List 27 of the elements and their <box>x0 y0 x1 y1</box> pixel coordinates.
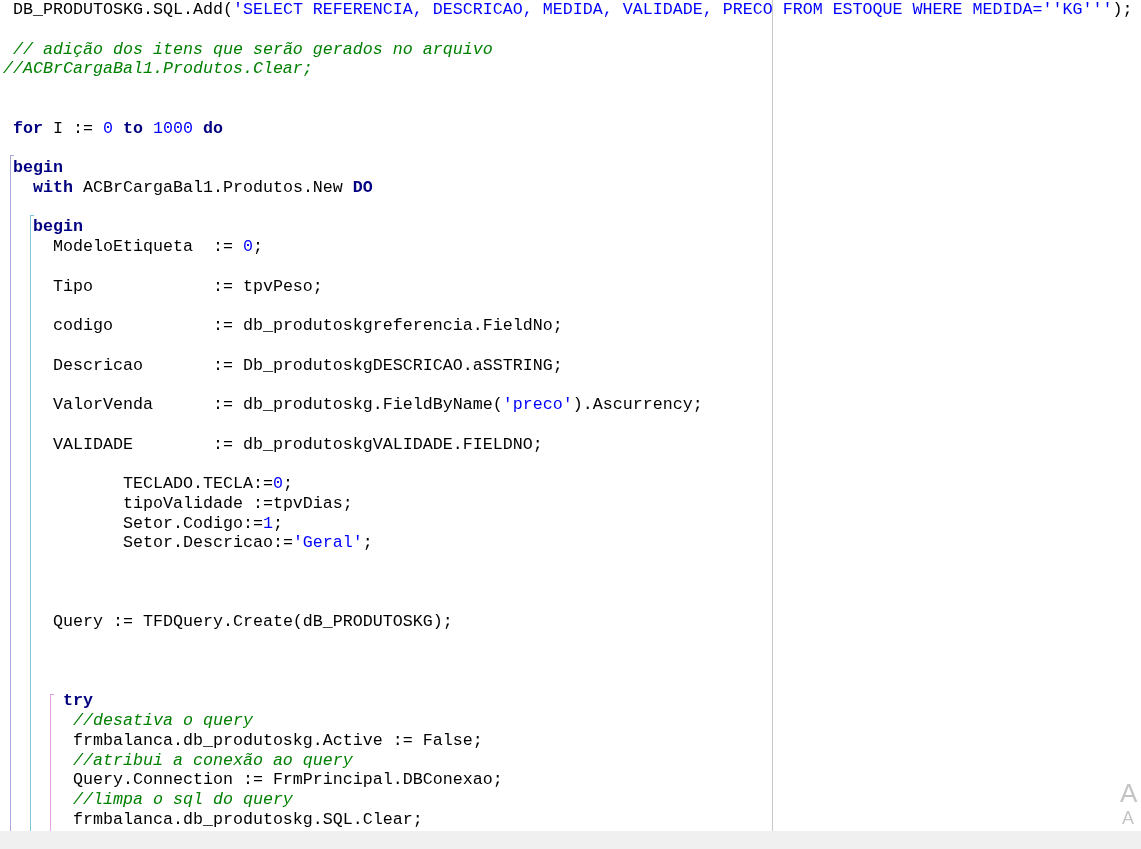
code-line: frmbalanca.db_produtoskg.SQL.Clear; <box>72 809 423 830</box>
code-line: frmbalanca.db_produtoskg.Active := False; <box>72 730 483 751</box>
code-line: VALIDADE := db_produtoskgVALIDADE.FIELDNO; <box>53 434 543 455</box>
code-line: Setor.Codigo:=1; <box>122 513 283 534</box>
code-line: Setor.Descricao:='Geral'; <box>122 533 373 553</box>
code-line: with ACBrCargaBal1.Produtos.New DO <box>33 177 373 198</box>
code-line: Descricao := Db_produtoskgDESCRICAO.aSSTRING; <box>53 355 563 376</box>
code-line: try <box>63 691 93 711</box>
code-line: begin <box>33 217 83 237</box>
code-comment: // adição dos itens que serão gerados no arquivo <box>13 39 493 60</box>
code-line: DB_PRODUTOSKG.SQL.Add('SELECT REFERENCIA, DESCRICAO, MEDIDA, VALIDADE, PRECO FROM ESTOQUE WHERE MEDIDA=''KG'''); <box>13 0 1133 20</box>
code-line: for I := 0 to 1000 do <box>13 118 223 139</box>
code-line: tipoValidade :=tpvDias; <box>122 493 353 514</box>
code-comment: //desativa o query <box>72 711 253 731</box>
code-line: ValorVenda := db_produtoskg.FieldByName('preco').Ascurrency; <box>53 395 703 415</box>
code-comment: //limpa o sql do query <box>72 790 293 810</box>
code-comment: //atribui a conexão ao query <box>72 750 353 771</box>
code-line: Query.Connection := FrmPrincipal.DBConexao; <box>72 770 503 790</box>
code-line: Tipo := tpvPeso; <box>53 276 323 297</box>
code-line: ModeloEtiqueta := 0; <box>53 237 263 257</box>
code-comment: //ACBrCargaBal1.Produtos.Clear; <box>3 59 313 79</box>
code-line: Query := TFDQuery.Create(dB_PRODUTOSKG); <box>53 612 453 632</box>
os-notice-text: A <box>1122 808 1134 828</box>
os-notice-text: A <box>1120 778 1138 808</box>
code-line: TECLADO.TECLA:=0; <box>122 474 293 494</box>
code-line: codigo := db_produtoskgreferencia.FieldNo; <box>53 316 563 336</box>
code-line: begin <box>13 158 63 178</box>
